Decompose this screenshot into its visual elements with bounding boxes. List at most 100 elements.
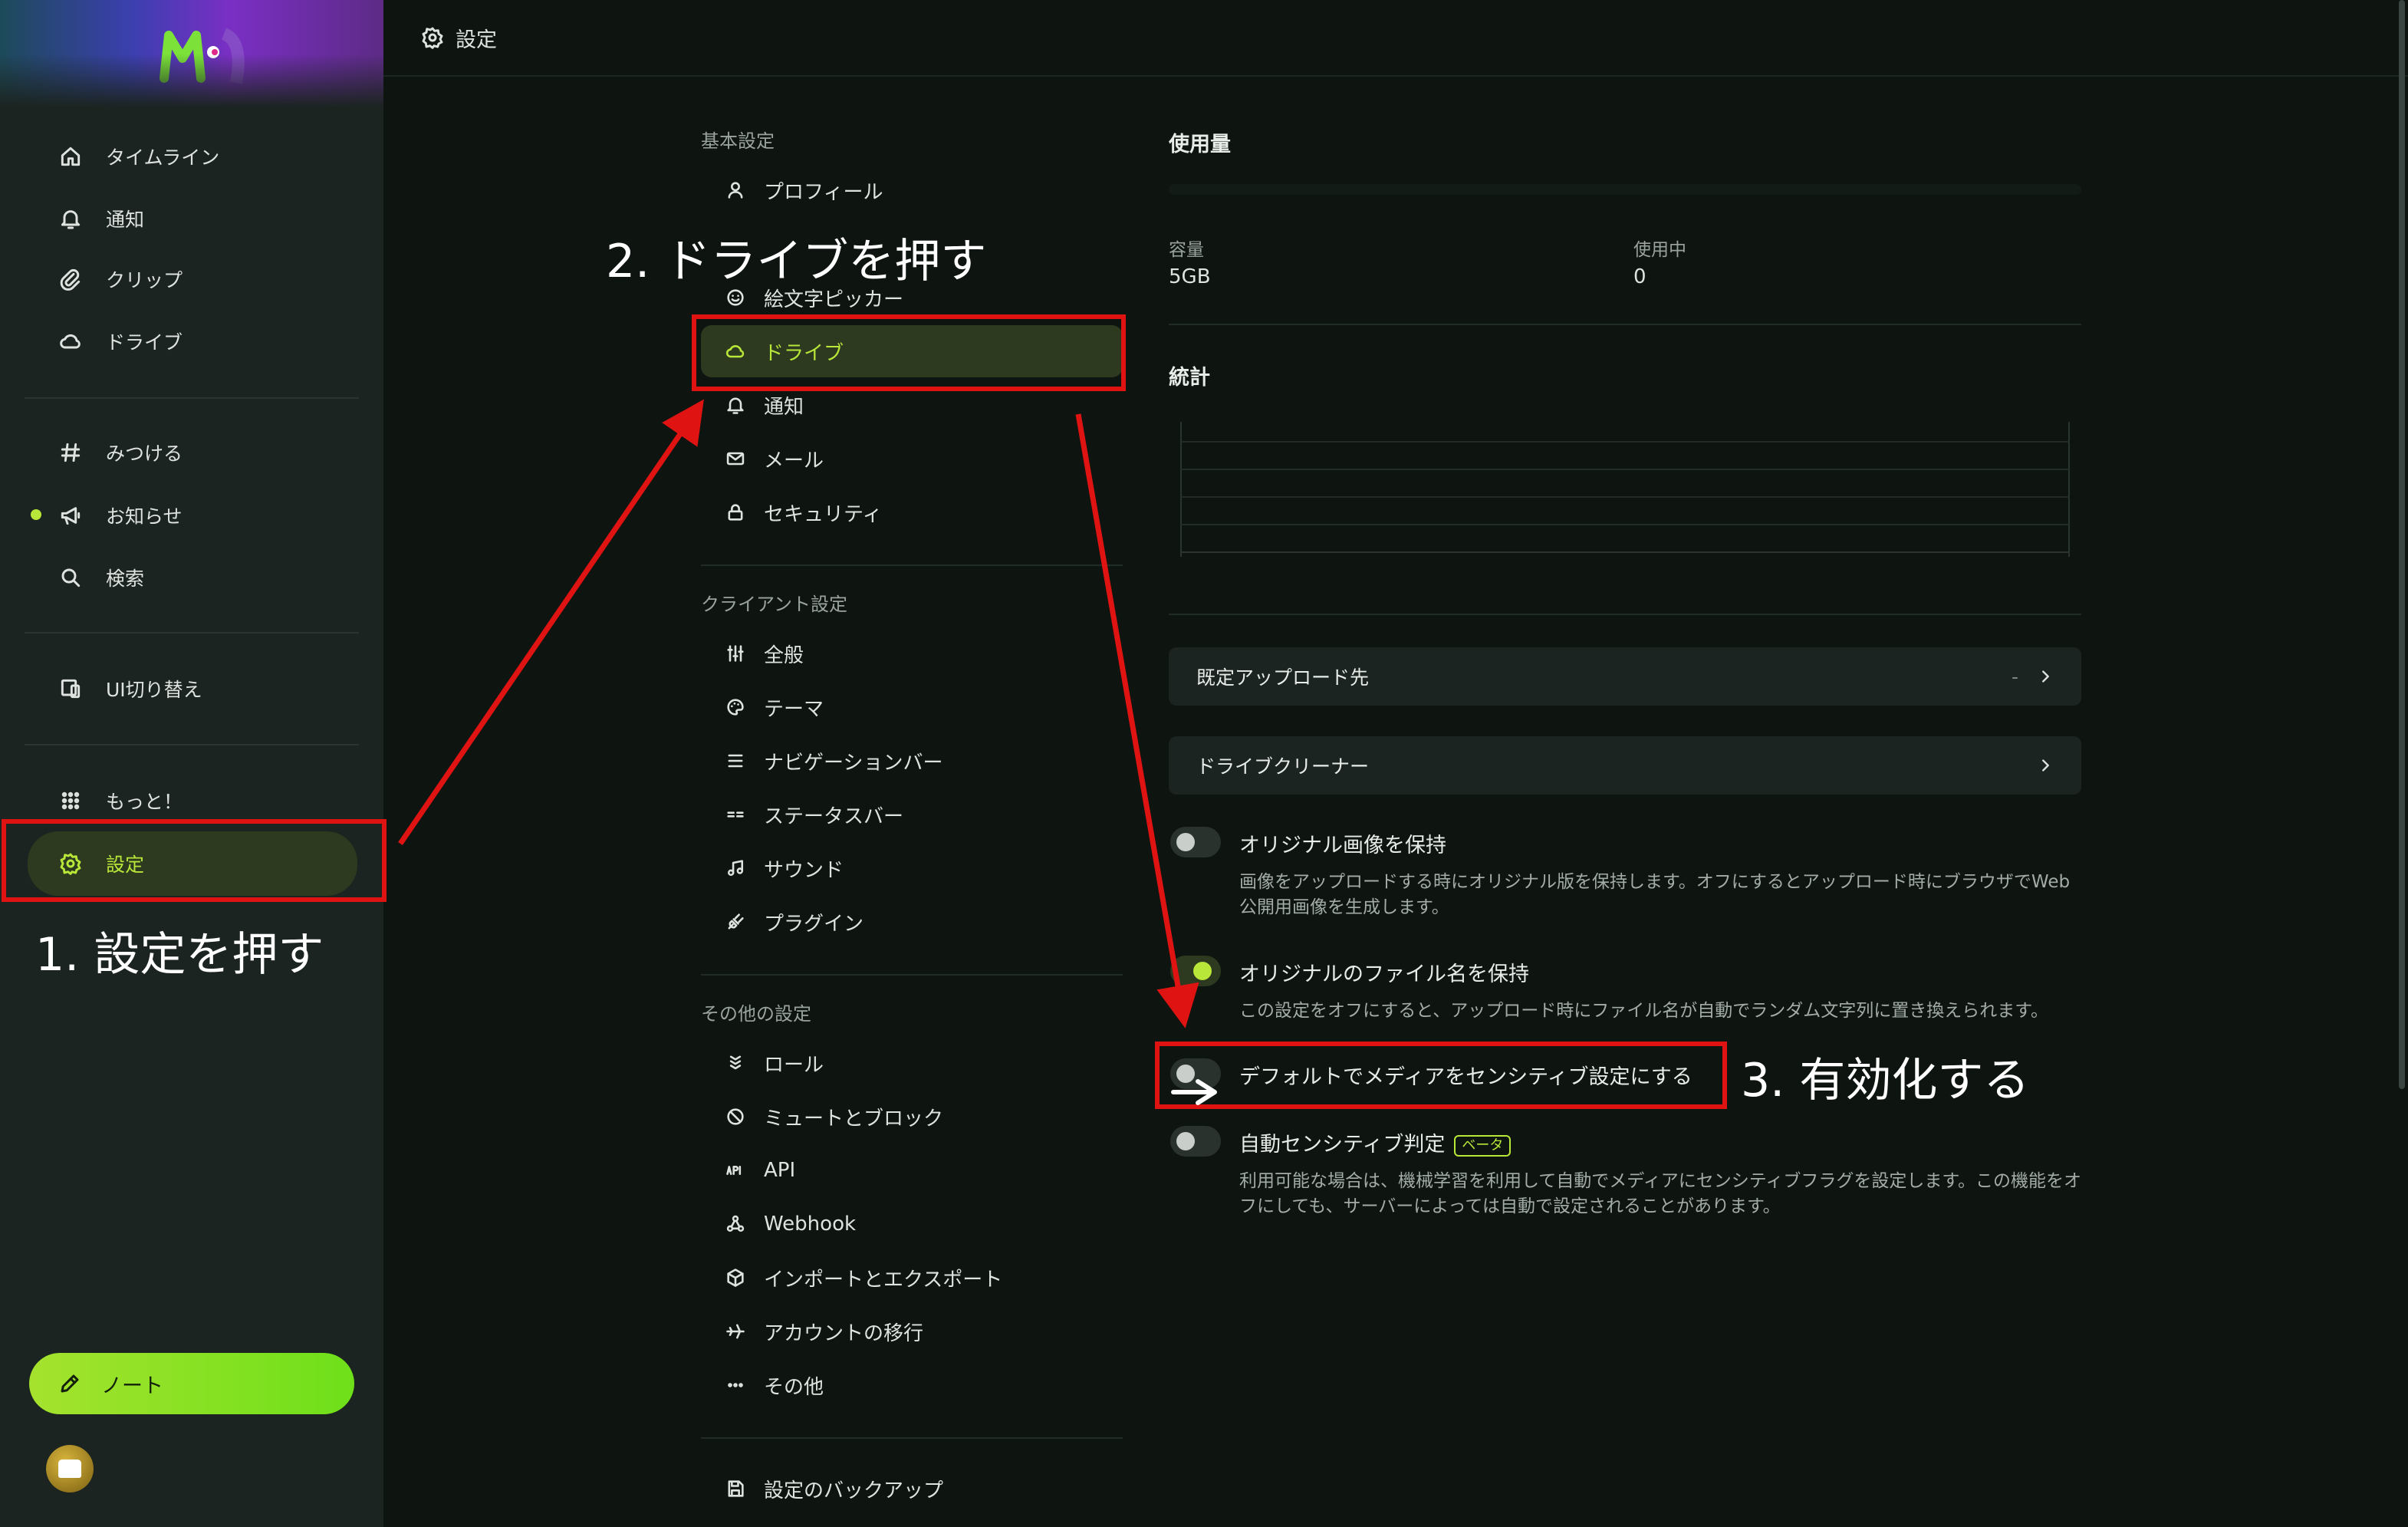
pencil-icon [61,1374,79,1393]
sidebar-item-label: ドライブ [106,331,183,354]
section-title-client: クライアント設定 [701,594,848,615]
option-title: オリジナルのファイル名を保持 [1239,963,1529,986]
menu-item-label: 通知 [764,395,804,419]
sidebar: タイムライン 通知 クリップ ドライブ みつける お知らせ 検索 UI切り替え … [0,0,383,1527]
badges-icon [722,1050,748,1076]
avatar-image [58,1460,81,1478]
sidebar-item-label: もっと！ [106,791,183,813]
paperclip-icon [55,264,86,295]
toggle-knob [1176,833,1195,851]
menu-item-label: Webhook [764,1213,857,1236]
menu-item-label: サウンド [764,858,844,882]
default-sensitive-toggle[interactable] [1170,1058,1221,1089]
auto-sensitive-toggle[interactable] [1170,1126,1221,1157]
annotation-step-3: 3. 有効化する [1741,1054,2030,1107]
menu-item-label: テーマ [764,697,824,721]
option-description: この設定をオフにすると、アップロード時にファイル名が自動でランダム文字列に置き換… [1239,1001,2049,1021]
option-title: デフォルトでメディアをセンシティブ設定にする [1239,1065,1693,1089]
toggle-knob [1193,962,1212,980]
hash-icon [55,437,86,468]
stats-title: 統計 [1169,366,1210,390]
drive-cleaner-link[interactable]: ドライブクリーナー [1169,736,2081,795]
menu-item-email[interactable]: メール [701,433,1123,484]
toggle-knob [1176,1132,1195,1150]
menu-item-label: 全般 [764,643,804,667]
menu-item-security[interactable]: セキュリティ [701,487,1123,538]
option-title-text: 自動センシティブ判定 [1239,1133,1446,1157]
sidebar-item-settings[interactable]: 設定 [28,831,357,896]
sidebar-divider [25,397,359,399]
sidebar-item-clips[interactable]: クリップ [28,255,357,304]
mail-icon [722,446,748,472]
menu-item-other[interactable]: その他 [701,1360,1123,1410]
search-icon [55,562,86,593]
sliders-icon [722,640,748,666]
sidebar-item-more[interactable]: もっと！ [28,776,357,825]
link-value: - [2011,665,2018,688]
toggle-knob [1176,1065,1195,1083]
annotation-step-2: 2. ドライブを押す [606,235,987,288]
option-description: 利用可能な場合は、機械学習を利用して自動でメディアにセンシティブフラグを設定しま… [1239,1171,2082,1216]
menu-item-statusbar[interactable]: ステータスバー [701,789,1123,840]
menu-item-label: プラグイン [764,912,864,936]
keep-original-filename-toggle[interactable] [1170,956,1221,986]
menu-item-import-export[interactable]: インポートとエクスポート [701,1252,1123,1303]
option-description: 画像をアップロードする時にオリジナル版を保持します。オフにするとアップロード時に… [1239,872,2071,917]
sidebar-item-search[interactable]: 検索 [28,553,357,602]
api-icon [722,1157,748,1183]
sidebar-item-drive[interactable]: ドライブ [28,317,357,366]
sidebar-item-explore[interactable]: みつける [28,428,357,477]
menu-item-mute-block[interactable]: ミュートとブロック [701,1091,1123,1142]
menu-item-label: メール [764,449,824,472]
note-button[interactable]: ノート [29,1353,354,1414]
chevron-right-icon [2042,759,2049,772]
sidebar-item-label: タイムライン [106,146,220,169]
menu-item-general[interactable]: 全般 [701,628,1123,679]
dots-icon [722,1372,748,1398]
section-title-basic: 基本設定 [701,130,775,152]
menu-item-navbar[interactable]: ナビゲーションバー [701,736,1123,786]
default-upload-folder-link[interactable]: 既定アップロード先 - [1169,647,2081,706]
chevron-right-icon [2042,670,2049,683]
menu-item-notifications[interactable]: 通知 [701,380,1123,430]
scrollbar[interactable] [2399,0,2405,1089]
menu-item-profile[interactable]: プロフィール [701,165,1123,216]
sidebar-item-timeline[interactable]: タイムライン [28,132,357,181]
menu-item-label: インポートとエクスポート [764,1268,1003,1292]
beta-badge: ベータ [1454,1134,1512,1157]
sidebar-item-ui-switch[interactable]: UI切り替え [28,664,357,713]
keep-original-image-toggle[interactable] [1170,827,1221,857]
menu-item-drive[interactable]: ドライブ [701,325,1123,377]
save-icon [722,1476,748,1502]
bell-icon [55,203,86,234]
menu-item-migration[interactable]: アカウントの移行 [701,1306,1123,1357]
menu-lines-icon [722,748,748,774]
menu-item-api[interactable]: API [701,1145,1123,1196]
home-icon [55,141,86,172]
devices-icon [55,673,86,704]
menu-item-roles[interactable]: ロール [701,1038,1123,1088]
stats-chart [1180,422,2070,557]
megaphone-icon [55,500,86,531]
cloud-icon [722,338,748,364]
sidebar-item-notifications[interactable]: 通知 [28,194,357,243]
sidebar-divider [25,632,359,634]
usage-bar [1169,184,2081,195]
menu-item-label: プロフィール [764,180,883,204]
used-label: 使用中 [1633,240,1686,260]
menu-item-backup[interactable]: 設定のバックアップ [701,1463,1123,1514]
avatar[interactable] [46,1445,94,1492]
sidebar-divider [25,744,359,745]
sidebar-item-announcements[interactable]: お知らせ [28,491,357,540]
music-icon [722,855,748,881]
menu-item-label: その他 [764,1375,824,1399]
menu-item-label: API [764,1159,796,1182]
menu-item-theme[interactable]: テーマ [701,682,1123,732]
menu-item-sound[interactable]: サウンド [701,843,1123,893]
menu-item-webhook[interactable]: Webhook [701,1199,1123,1249]
menu-divider [701,1437,1123,1439]
menu-item-plugins[interactable]: プラグイン [701,897,1123,947]
menu-item-label: ロール [764,1053,824,1077]
instance-logo[interactable] [153,18,245,87]
plug-icon [722,909,748,935]
